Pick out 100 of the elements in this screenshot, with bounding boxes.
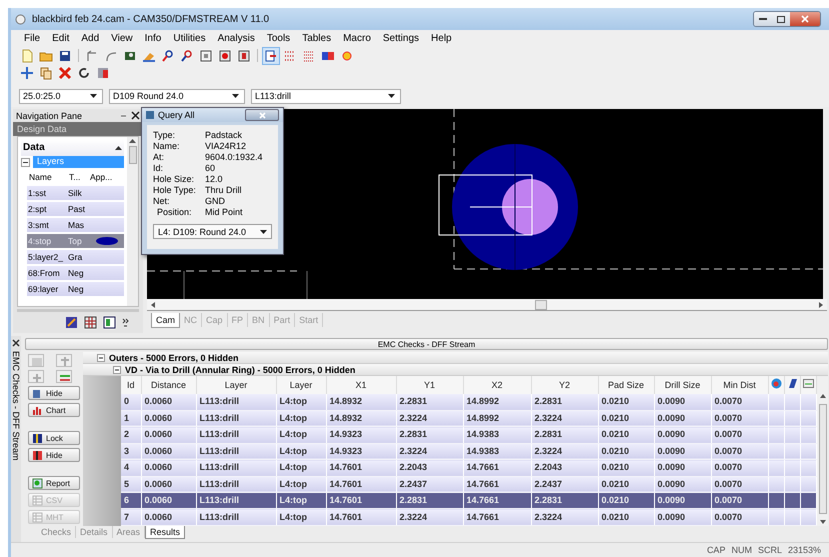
- column-header[interactable]: Y2: [531, 376, 598, 394]
- hide-button[interactable]: Hide: [28, 386, 80, 400]
- column-header[interactable]: Y1: [396, 376, 463, 394]
- delete-icon[interactable]: [58, 66, 72, 80]
- layer-name-cell[interactable]: 69:layer: [27, 282, 67, 296]
- window-icon[interactable]: [199, 48, 213, 62]
- column-header[interactable]: X2: [463, 376, 531, 394]
- menu-item[interactable]: Settings: [382, 32, 420, 45]
- grid-icon[interactable]: [84, 316, 97, 329]
- table-row[interactable]: 3 0.0060 L113:drill L4:top 14.9323 2.3224 14.9383 2.3224 0.0210 0.0090 0.0070: [121, 443, 816, 460]
- column-header[interactable]: Drill Size: [654, 376, 711, 394]
- layer-appearance-cell[interactable]: [88, 202, 124, 216]
- scroll-down-icon[interactable]: [820, 520, 826, 524]
- sun-icon[interactable]: [340, 48, 354, 62]
- move-icon[interactable]: [20, 66, 34, 80]
- column-header[interactable]: Name: [27, 170, 67, 184]
- dropdown[interactable]: D109 Round 24.0: [109, 88, 245, 104]
- layer-name-cell[interactable]: 1:sst: [27, 186, 67, 200]
- dropdown[interactable]: L113:drill: [251, 88, 401, 104]
- scrollbar-thumb[interactable]: [818, 404, 826, 514]
- table-row[interactable]: 1 0.0060 L113:drill L4:top 14.8932 2.3224 14.8992 2.3224 0.0210 0.0090 0.0070: [121, 410, 816, 427]
- copy-icon[interactable]: [39, 66, 53, 80]
- scrollbar-thumb[interactable]: [535, 300, 547, 310]
- view-tab[interactable]: Cam: [151, 312, 180, 328]
- group-header[interactable]: Outers - 5000 Errors, 0 Hidden: [109, 352, 239, 364]
- maximize-button[interactable]: [772, 12, 790, 26]
- report-button[interactable]: Report: [28, 476, 80, 490]
- layer-appearance-cell[interactable]: [88, 186, 124, 200]
- table-row[interactable]: 0 0.0060 L113:drill L4:top 14.8932 2.2831 14.8992 2.2831 0.0210 0.0090 0.0070: [121, 394, 816, 410]
- save-icon[interactable]: [58, 48, 72, 62]
- chart-button[interactable]: Chart: [28, 403, 80, 417]
- panel-icon[interactable]: [103, 316, 116, 329]
- layer-name-cell[interactable]: 3:smt: [27, 218, 67, 232]
- hide-button[interactable]: Hide: [28, 448, 80, 462]
- panel-tab[interactable]: Results: [145, 526, 186, 539]
- layer-name-cell[interactable]: 5:layer2_: [27, 250, 67, 264]
- layer-appearance-cell[interactable]: [88, 266, 124, 280]
- table-row[interactable]: 2 0.0060 L113:drill L4:top 14.9323 2.2831 14.9383 2.2831 0.0210 0.0090 0.0070: [121, 426, 816, 444]
- rotate-icon[interactable]: [77, 66, 91, 80]
- menu-item[interactable]: Utilities: [172, 32, 207, 45]
- layer-appearance-cell[interactable]: [88, 282, 124, 296]
- scroll-right-icon[interactable]: [819, 302, 823, 308]
- column-header[interactable]: Pad Size: [598, 376, 654, 394]
- zoom-in-icon[interactable]: [161, 48, 175, 62]
- scroll-left-icon[interactable]: [151, 302, 155, 308]
- table-row[interactable]: 6 0.0060 L113:drill L4:top 14.7601 2.2831 14.7661 2.2831 0.0210 0.0090 0.0070: [121, 492, 816, 509]
- dropdown-arrow-icon[interactable]: [232, 94, 239, 98]
- layer-appearance-cell[interactable]: [88, 218, 124, 232]
- dropdown[interactable]: 25.0:25.0: [19, 88, 103, 104]
- close-icon[interactable]: [12, 339, 20, 347]
- overflow-chevron-icon[interactable]: [122, 318, 129, 328]
- sort-icon[interactable]: [56, 370, 72, 383]
- collapse-icon[interactable]: [21, 158, 30, 166]
- column-settings-icon[interactable]: [802, 379, 814, 388]
- menu-item[interactable]: Tables: [301, 32, 332, 45]
- column-header[interactable]: T...: [67, 170, 88, 184]
- scrollbar-thumb[interactable]: [128, 146, 136, 164]
- menu-item[interactable]: Macro: [342, 32, 372, 45]
- layer-name-cell[interactable]: 2:spt: [27, 202, 67, 216]
- layer-color-swatch[interactable]: [96, 236, 118, 244]
- collapse-icon[interactable]: [97, 354, 105, 362]
- close-button[interactable]: [245, 109, 279, 121]
- collapse-icon[interactable]: [113, 366, 121, 374]
- column-header[interactable]: X1: [326, 376, 396, 394]
- scroll-up-icon[interactable]: [820, 394, 826, 398]
- undo-icon[interactable]: [85, 48, 99, 62]
- layer-appearance-cell[interactable]: [88, 250, 124, 264]
- column-header[interactable]: Layer: [196, 376, 276, 394]
- grid-arrow-icon[interactable]: [264, 48, 278, 62]
- column-header[interactable]: Id: [121, 376, 141, 394]
- minimize-button[interactable]: [754, 12, 772, 26]
- dropdown-arrow-icon[interactable]: [388, 94, 395, 98]
- dropdown[interactable]: L4: D109: Round 24.0: [153, 224, 272, 239]
- menu-item[interactable]: Edit: [51, 32, 70, 45]
- record-icon[interactable]: [218, 48, 232, 62]
- column-header[interactable]: Min Dist: [711, 376, 768, 394]
- table-row[interactable]: 7 0.0060 L113:drill L4:top 14.7601 2.3224 14.7661 2.3224 0.0210 0.0090 0.0070: [121, 508, 816, 526]
- collapse-arrow-icon[interactable]: [115, 146, 122, 150]
- menu-item[interactable]: Tools: [266, 32, 292, 45]
- dot-matrix-icon[interactable]: [302, 48, 316, 62]
- scroll-up-icon[interactable]: [129, 139, 136, 143]
- table-row[interactable]: 4 0.0060 L113:drill L4:top 14.7601 2.2043 14.7661 2.2043 0.0210 0.0090 0.0070: [121, 460, 816, 476]
- column-header[interactable]: Distance: [141, 376, 196, 394]
- zoom-out-icon[interactable]: [180, 48, 194, 62]
- layer-appearance-cell[interactable]: [88, 234, 124, 248]
- lock-button[interactable]: Lock: [28, 431, 80, 445]
- menu-item[interactable]: Add: [80, 32, 100, 45]
- menu-item[interactable]: File: [23, 32, 42, 45]
- dropdown-arrow-icon[interactable]: [260, 230, 267, 234]
- menu-item[interactable]: Help: [430, 32, 453, 45]
- menu-item[interactable]: Info: [144, 32, 162, 45]
- close-button[interactable]: [790, 12, 820, 26]
- close-icon[interactable]: [131, 111, 140, 120]
- column-header[interactable]: Layer: [276, 376, 326, 394]
- dropdown-arrow-icon[interactable]: [90, 94, 97, 98]
- menu-item[interactable]: Analysis: [216, 32, 256, 45]
- menu-item[interactable]: View: [110, 32, 134, 45]
- column-header[interactable]: App...: [88, 170, 124, 184]
- table-row[interactable]: 5 0.0060 L113:drill L4:top 14.7601 2.2437 14.7661 2.2437 0.0210 0.0090 0.0070: [121, 476, 816, 492]
- layer-name-cell[interactable]: 68:From: [27, 266, 67, 280]
